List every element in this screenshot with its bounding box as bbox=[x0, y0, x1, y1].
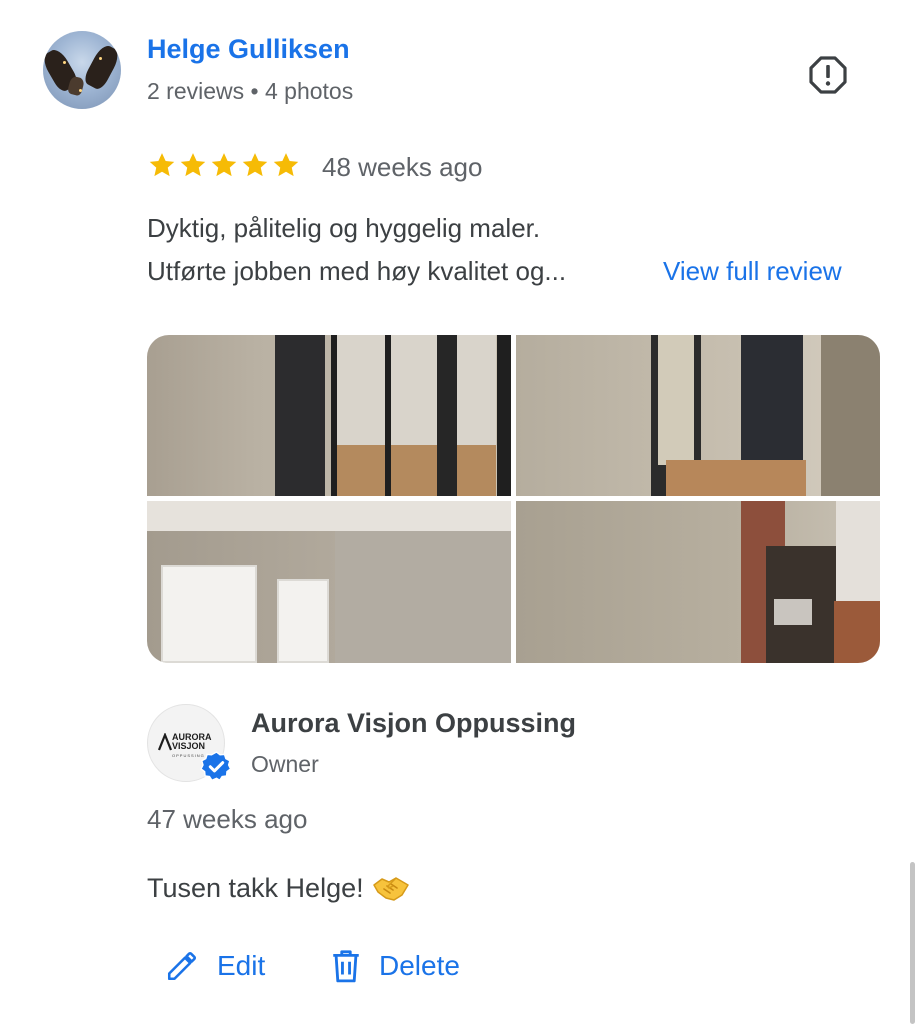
reviewer-meta: 2 reviews • 4 photos bbox=[147, 78, 354, 104]
photo-furniture bbox=[821, 335, 880, 496]
owner-response-time: 47 weeks ago bbox=[147, 804, 308, 834]
delete-label: Delete bbox=[379, 950, 460, 981]
photo-frame bbox=[497, 335, 511, 496]
review-photo-4[interactable] bbox=[516, 501, 880, 663]
reviewer-avatar[interactable] bbox=[43, 31, 121, 109]
delete-button[interactable]: Delete bbox=[331, 946, 460, 986]
verified-badge-icon bbox=[200, 751, 232, 782]
star-icon bbox=[149, 153, 175, 177]
review-photo-1[interactable] bbox=[147, 335, 511, 496]
photo-frame bbox=[331, 335, 337, 496]
trash-icon bbox=[333, 950, 359, 983]
photo-doorway-light bbox=[658, 335, 694, 465]
aurora-logo-icon bbox=[158, 733, 172, 751]
rating-stars bbox=[147, 150, 301, 180]
photo-door bbox=[275, 335, 325, 496]
report-flag-icon[interactable] bbox=[808, 55, 848, 95]
handshake-icon bbox=[372, 877, 409, 901]
logo-text: AURORA VISJON bbox=[172, 733, 212, 751]
photo-door bbox=[161, 565, 257, 663]
view-full-review-link[interactable]: View full review bbox=[663, 256, 842, 287]
owner-reply: Tusen takk Helge! bbox=[147, 873, 410, 904]
photo-ceiling bbox=[147, 501, 511, 531]
avatar-light bbox=[63, 61, 66, 64]
star-icon bbox=[211, 153, 237, 177]
avatar-light bbox=[99, 57, 102, 60]
owner-role: Owner bbox=[251, 751, 319, 777]
review-photo-grid bbox=[147, 335, 880, 663]
review-photo-2[interactable] bbox=[516, 335, 880, 496]
review-photo-3[interactable] bbox=[147, 501, 511, 663]
star-icon bbox=[273, 153, 299, 177]
photo-frame bbox=[385, 335, 391, 496]
review-time: 48 weeks ago bbox=[322, 152, 483, 182]
reviewer-name[interactable]: Helge Gulliksen bbox=[147, 34, 350, 65]
photo-floor bbox=[331, 445, 496, 496]
pencil-icon bbox=[167, 951, 197, 981]
review-text-line2: Utførte jobben med høy kvalitet og... bbox=[147, 256, 567, 286]
photo-door bbox=[277, 579, 329, 663]
edit-button[interactable]: Edit bbox=[165, 946, 265, 986]
avatar-light bbox=[79, 89, 82, 92]
edit-label: Edit bbox=[217, 950, 266, 981]
owner-reply-text: Tusen takk Helge! bbox=[147, 873, 364, 903]
photo-chair bbox=[834, 601, 880, 663]
star-icon bbox=[242, 153, 268, 177]
photo-wall bbox=[335, 531, 511, 663]
star-icon bbox=[180, 153, 206, 177]
photo-stove-window bbox=[774, 599, 812, 625]
review-text-line1: Dyktig, pålitelig og hyggelig maler. bbox=[147, 213, 541, 243]
scrollbar[interactable] bbox=[910, 862, 915, 1024]
photo-floor bbox=[666, 460, 806, 496]
avatar-figure-right bbox=[81, 42, 121, 92]
owner-name: Aurora Visjon Oppussing bbox=[251, 708, 577, 738]
photo-frame bbox=[437, 335, 457, 496]
